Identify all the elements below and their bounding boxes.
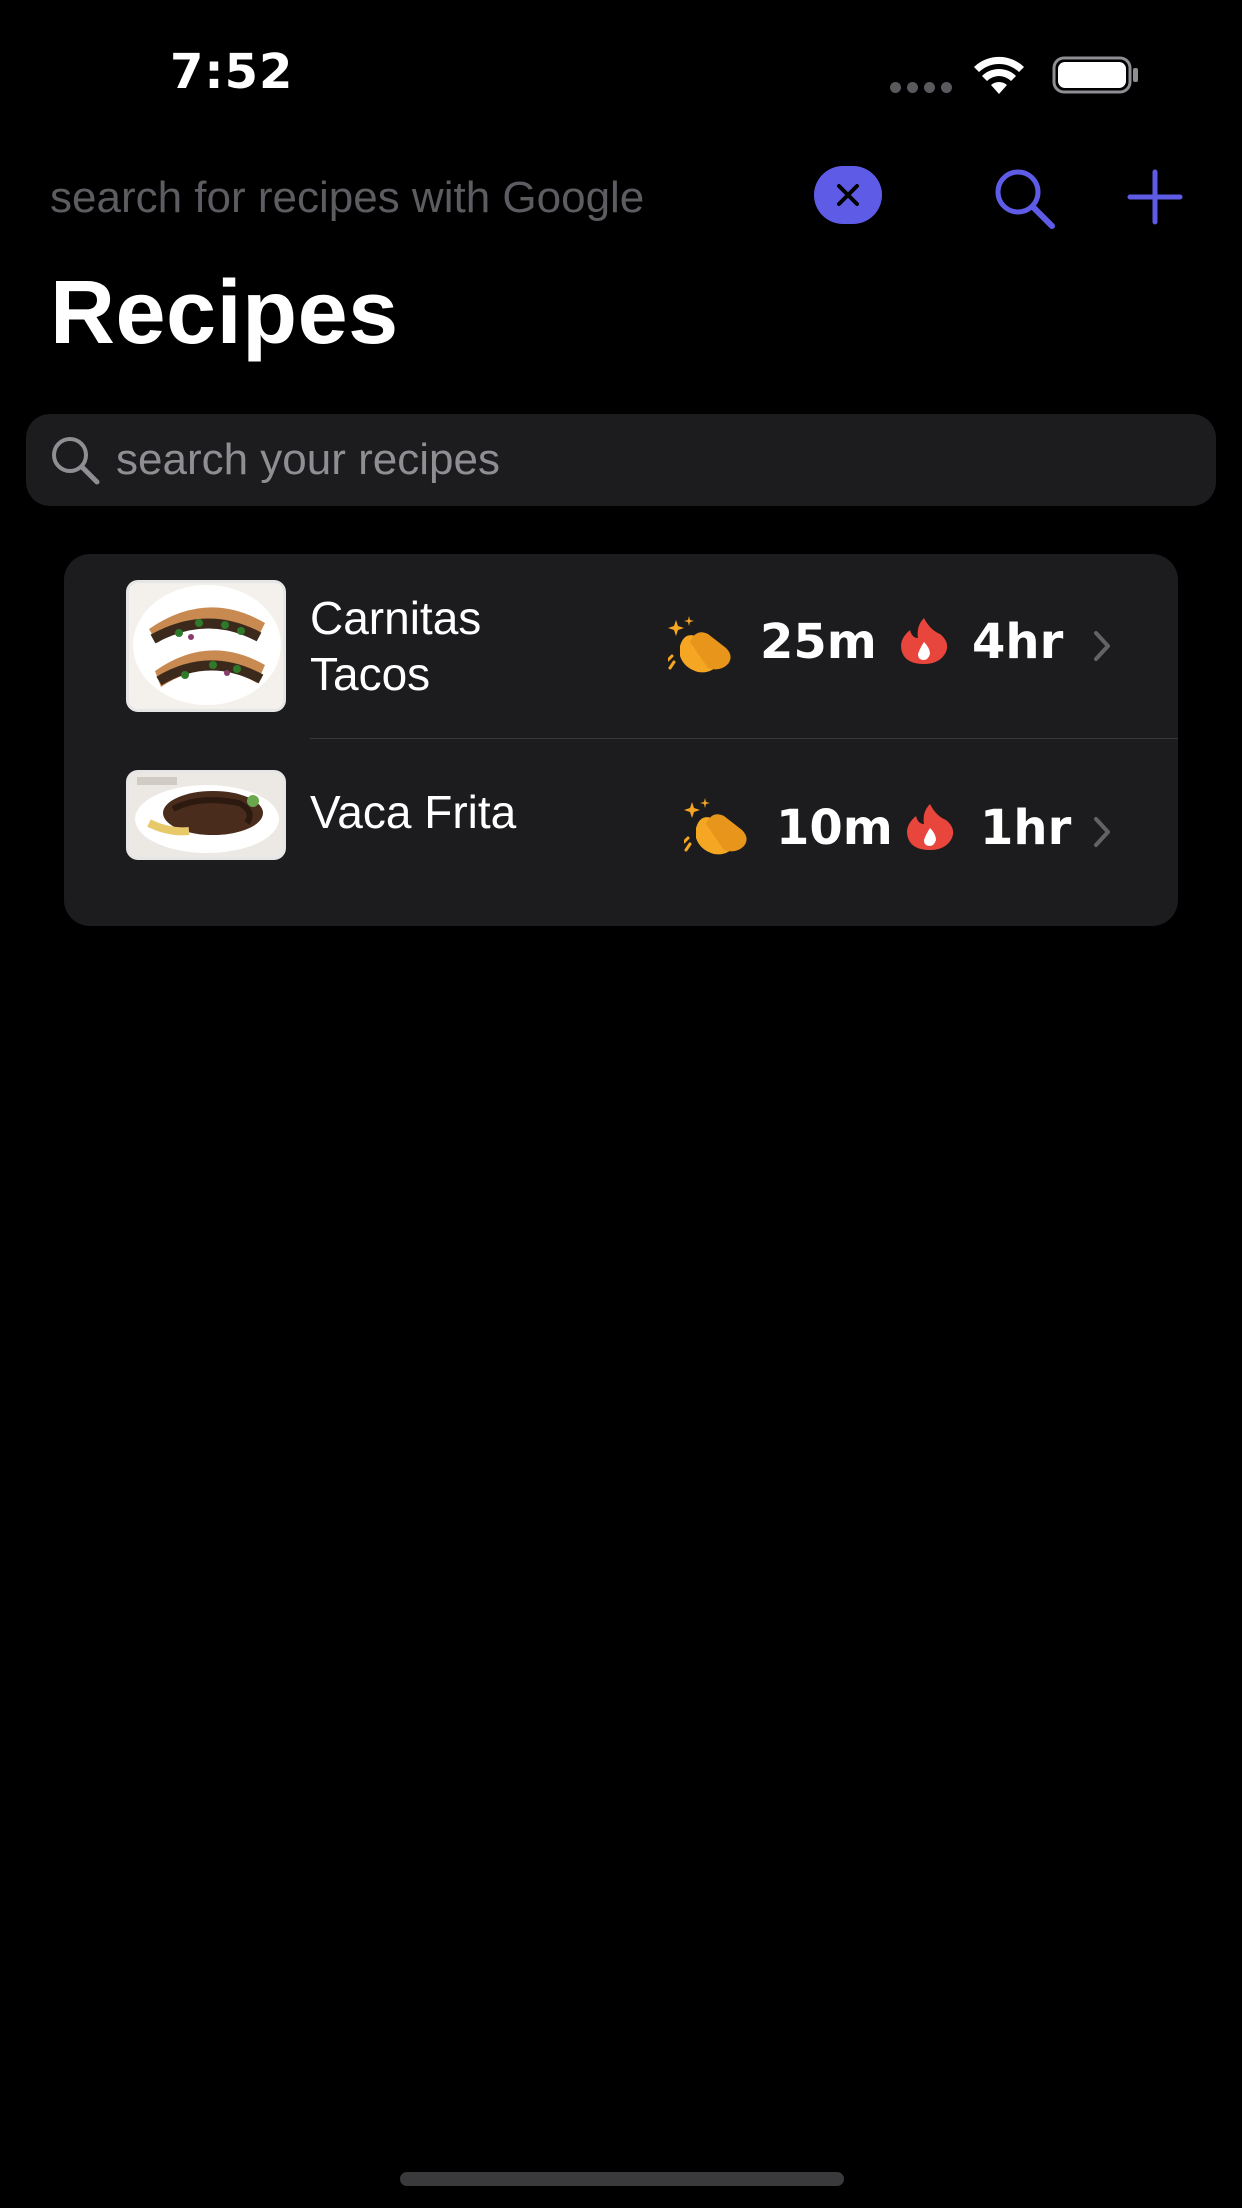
fire-icon: [901, 618, 948, 664]
search-icon: [995, 169, 1055, 229]
recipe-search-bar[interactable]: [26, 414, 1216, 506]
google-search-button[interactable]: [990, 166, 1060, 230]
recipe-thumbnail: [126, 770, 286, 860]
chevron-right-icon: [1094, 631, 1110, 661]
search-icon: [52, 437, 100, 485]
recipe-row[interactable]: Carnitas Tacos 25m 4hr: [64, 554, 1178, 738]
clear-search-button[interactable]: [814, 166, 882, 224]
plus-icon: [1127, 169, 1183, 225]
recipe-name: Vaca Frita: [310, 786, 517, 838]
cellular-signal-icon: [890, 82, 952, 93]
add-recipe-button[interactable]: [1124, 166, 1186, 228]
chevron-right-icon: [1094, 817, 1110, 847]
status-time: 7:52: [170, 44, 294, 100]
google-search-input[interactable]: [50, 170, 810, 226]
recipes-screen: 7:52 Recipes: [0, 0, 1242, 2208]
recipe-search-input[interactable]: [116, 430, 1216, 490]
prep-time: 10m: [776, 800, 893, 856]
battery-icon: [1052, 56, 1138, 94]
prep-time: 25m: [760, 614, 877, 670]
recipe-name: Carnitas Tacos: [310, 592, 482, 700]
page-title: Recipes: [50, 263, 399, 363]
wifi-icon: [974, 56, 1024, 94]
clapping-hands-icon: [684, 798, 747, 855]
home-indicator[interactable]: [400, 2172, 844, 2186]
recipe-thumbnail: [126, 580, 286, 712]
xmark-icon: [837, 184, 859, 206]
fire-icon: [907, 804, 954, 850]
clapping-hands-icon: [668, 616, 731, 673]
cook-time: 1hr: [980, 800, 1072, 856]
recipe-row[interactable]: Vaca Frita 10m 1hr: [64, 738, 1178, 926]
cook-time: 4hr: [972, 614, 1064, 670]
recipe-list: Carnitas Tacos 25m 4hr Vaca Frita 10m 1h…: [64, 554, 1178, 926]
